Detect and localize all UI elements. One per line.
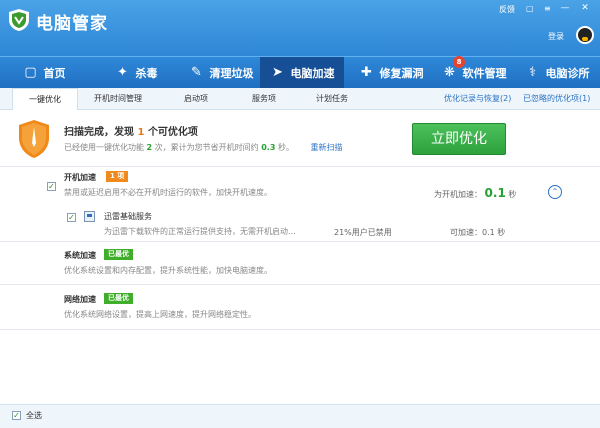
main-nav: ▢ 首页 ✦ 杀毒 ✎ 清理垃圾 ➤ 电脑加速 ✚ 修复漏洞 ❋ 软件管理 ⚕ …: [0, 56, 600, 89]
scan-title-suffix: 个可优化项: [147, 127, 198, 138]
boot-description: 禁用或延迟启用不必在开机时运行的软件，加快开机速度。: [64, 188, 272, 197]
boot-checkbox[interactable]: ✓: [47, 182, 56, 191]
sub-tabs: 一键优化 开机时间管理 启动项 服务项 计划任务 优化记录与恢复(2) 已忽略的…: [0, 88, 600, 111]
nav-repair-label: 修复漏洞: [379, 67, 424, 80]
scan-title-prefix: 扫描完成，发现: [64, 127, 134, 138]
xunlei-users: 21%用户已禁用: [334, 228, 392, 237]
scan-saved: 0.3: [261, 143, 276, 152]
scan-desc-suffix: 秒。: [277, 143, 294, 152]
divider: [0, 284, 600, 285]
tab-startup[interactable]: 启动项: [184, 88, 208, 110]
xunlei-description: 为迅雷下载软件的正常运行提供支持，无需开机启动...: [104, 227, 296, 236]
feedback-link[interactable]: 反馈: [499, 4, 515, 15]
nav-speedup[interactable]: ➤ 电脑加速: [260, 57, 344, 89]
optimize-now-button[interactable]: 立即优化: [412, 123, 506, 155]
scan-count: 1: [137, 127, 145, 138]
nav-software[interactable]: ❋ 软件管理: [438, 57, 510, 89]
system-description: 优化系统设置和内存配置，提升系统性能，加快电脑速度。: [64, 266, 272, 275]
nav-home[interactable]: ▢ 首页: [10, 57, 78, 89]
virus-icon: ✦: [117, 65, 128, 80]
boot-speed-value: 0.1: [484, 186, 506, 200]
nav-speedup-label: 电脑加速: [290, 67, 335, 80]
nav-home-label: 首页: [43, 67, 66, 80]
shirt-icon[interactable]: ▢: [526, 4, 534, 13]
scan-uses: 2: [146, 143, 153, 152]
collapse-icon[interactable]: ⌃: [548, 185, 562, 199]
boot-title: 开机加速: [64, 173, 96, 182]
scan-desc-middle: 次，累计为您节省开机时间约: [154, 143, 259, 152]
qq-penguin-icon[interactable]: [576, 26, 594, 44]
divider: [0, 166, 600, 167]
network-tag: 已最优: [104, 293, 133, 304]
ignored-link[interactable]: 已忽略的优化项(1): [523, 88, 590, 110]
footer-bar: ✓ 全选: [0, 404, 600, 428]
xunlei-title: 迅雷基础服务: [104, 212, 152, 221]
boot-tag: 1 项: [106, 171, 129, 182]
nav-clinic[interactable]: ⚕ 电脑诊所: [520, 57, 594, 89]
divider: [0, 329, 600, 330]
boot-speed: 为开机加速： 0.1 秒: [434, 186, 516, 200]
nav-clinic-label: 电脑诊所: [545, 67, 590, 80]
close-button[interactable]: ✕: [578, 3, 592, 13]
stethoscope-icon: ⚕: [528, 65, 537, 80]
system-tag: 已最优: [104, 249, 133, 260]
patch-icon: ✚: [361, 65, 372, 80]
scan-desc-prefix: 已经使用一键优化功能: [64, 143, 144, 152]
nav-cleanup-label: 清理垃圾: [209, 67, 254, 80]
title-bar: 电脑管家 反馈 ▢ ≡ — ✕ 登录: [0, 0, 600, 56]
app-logo-icon: [9, 9, 29, 31]
scan-summary: 扫描完成，发现 1 个可优化项 已经使用一键优化功能 2 次，累计为您节省开机时…: [0, 110, 600, 166]
select-all-checkbox[interactable]: ✓: [12, 411, 21, 420]
xunlei-checkbox[interactable]: ✓: [67, 213, 76, 222]
login-link[interactable]: 登录: [548, 31, 564, 42]
nav-software-label: 软件管理: [462, 67, 507, 80]
nav-antivirus-label: 杀毒: [135, 67, 158, 80]
rescan-link[interactable]: 重新扫描: [310, 143, 342, 152]
select-all-label[interactable]: 全选: [26, 410, 42, 421]
boot-speed-unit: 秒: [508, 190, 517, 199]
software-update-badge: 8: [453, 56, 465, 68]
nav-repair[interactable]: ✚ 修复漏洞: [352, 57, 430, 89]
menu-icon[interactable]: ≡: [544, 4, 551, 13]
boot-speed-label: 为开机加速：: [434, 190, 482, 199]
rocket-icon: ➤: [272, 65, 283, 80]
history-link[interactable]: 优化记录与恢复(2): [444, 88, 511, 110]
minimize-button[interactable]: —: [558, 3, 572, 13]
tab-one-click[interactable]: 一键优化: [12, 88, 78, 111]
tab-tasks[interactable]: 计划任务: [316, 88, 348, 110]
apps-icon: ❋: [444, 65, 455, 80]
warning-shield-icon: [19, 120, 49, 158]
nav-cleanup[interactable]: ✎ 清理垃圾: [182, 57, 260, 89]
tab-services[interactable]: 服务项: [252, 88, 276, 110]
scan-description: 已经使用一键优化功能 2 次，累计为您节省开机时间约 0.3 秒。 重新扫描: [64, 142, 342, 153]
tab-boot-time[interactable]: 开机时间管理: [94, 88, 142, 110]
system-title: 系统加速: [64, 251, 96, 260]
network-title: 网络加速: [64, 295, 96, 304]
broom-icon: ✎: [191, 65, 202, 80]
service-icon: [84, 211, 95, 222]
xunlei-speed: 可加速：0.1 秒: [450, 228, 506, 237]
nav-antivirus[interactable]: ✦ 杀毒: [106, 57, 166, 89]
app-title: 电脑管家: [36, 14, 108, 34]
monitor-icon: ▢: [24, 65, 37, 80]
scan-title: 扫描完成，发现 1 个可优化项: [64, 123, 198, 138]
network-description: 优化系统网络设置，提高上网速度，提升网络稳定性。: [64, 310, 256, 319]
divider: [0, 241, 600, 242]
